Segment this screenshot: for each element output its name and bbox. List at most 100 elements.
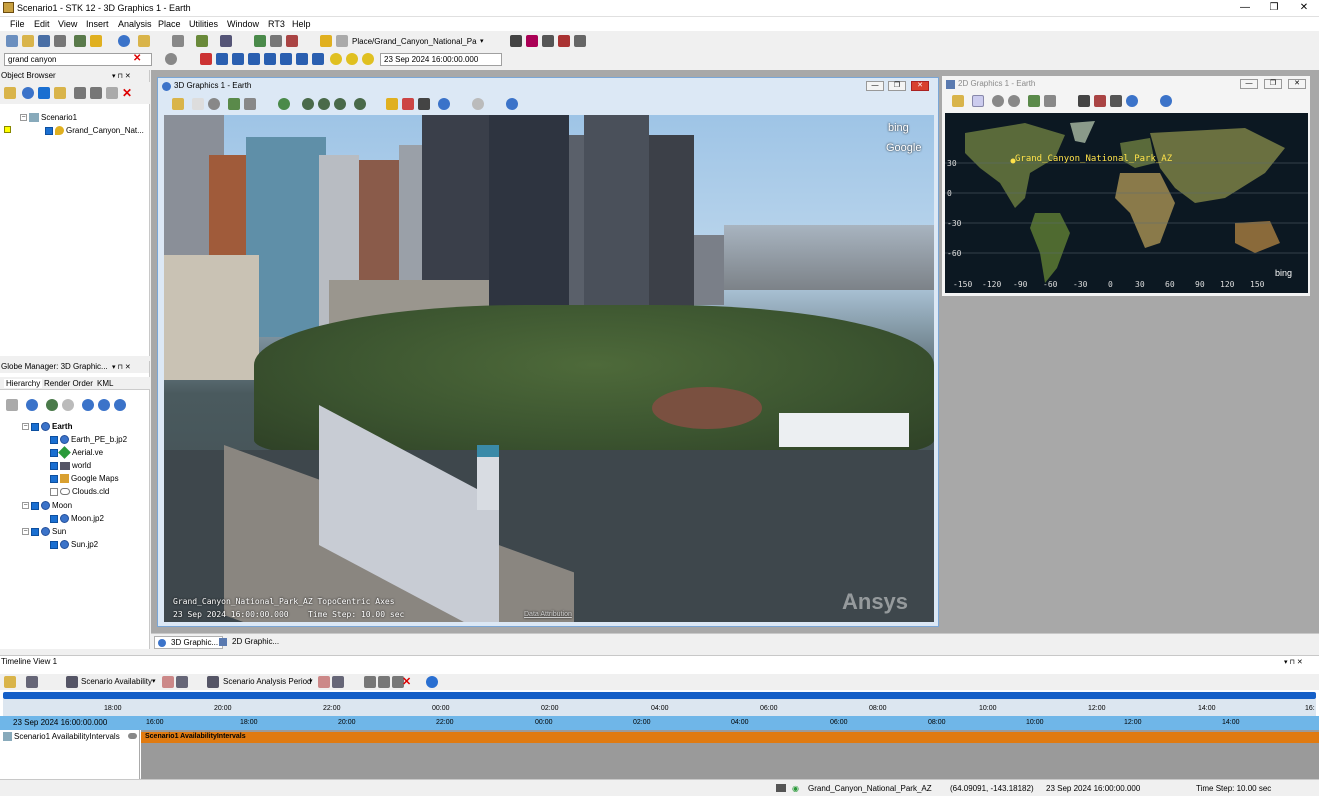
- play-icon[interactable]: [264, 53, 276, 65]
- checkbox-icon[interactable]: [38, 87, 50, 99]
- globe-icon[interactable]: [82, 399, 94, 411]
- tree-item-sun-jp2[interactable]: Sun.jp2: [50, 539, 98, 550]
- panel-menu-icon[interactable]: ▾ ⊓ ✕: [1284, 658, 1303, 666]
- globe-settings-icon[interactable]: [98, 399, 110, 411]
- grid-icon[interactable]: [510, 35, 522, 47]
- pan-icon[interactable]: [192, 98, 204, 110]
- camera-icon[interactable]: [542, 35, 554, 47]
- globe-icon[interactable]: [506, 98, 518, 110]
- tree-item-moon-jp2[interactable]: Moon.jp2: [50, 513, 104, 524]
- home-view-icon[interactable]: [228, 98, 240, 110]
- zoom-in-icon[interactable]: [992, 95, 1004, 107]
- window-restore-button[interactable]: ❐: [888, 81, 906, 91]
- target-icon[interactable]: [336, 35, 348, 47]
- calc-icon[interactable]: [220, 35, 232, 47]
- window-minimize-button[interactable]: —: [1240, 79, 1258, 89]
- window-minimize-button[interactable]: —: [866, 81, 884, 91]
- tree-item-clouds[interactable]: Clouds.cld: [50, 486, 109, 497]
- layer-checkbox[interactable]: [50, 487, 58, 496]
- report-icon[interactable]: [138, 35, 150, 47]
- view-icon[interactable]: [244, 98, 256, 110]
- chevron-down-icon[interactable]: ▾: [152, 677, 156, 685]
- tree-item-earth[interactable]: − Earth: [22, 421, 72, 432]
- graphics-2d-map[interactable]: Grand_Canyon_National_Park_AZ 30 0 -30 -…: [945, 113, 1308, 293]
- reset-icon[interactable]: [200, 53, 212, 65]
- color-swatch[interactable]: [4, 125, 11, 136]
- tab-2d-graphics[interactable]: 2D Graphic...: [216, 636, 283, 649]
- pause-icon[interactable]: [248, 53, 260, 65]
- timeline-row-label[interactable]: Scenario1 AvailabilityIntervals: [3, 732, 120, 742]
- new-layer-icon[interactable]: [6, 399, 18, 411]
- moon-checkbox[interactable]: [31, 501, 39, 510]
- layer-checkbox[interactable]: [50, 540, 58, 549]
- globe-options-icon[interactable]: [354, 98, 366, 110]
- current-time-field[interactable]: 23 Sep 2024 16:00:00.000: [380, 53, 502, 66]
- table-icon[interactable]: [26, 676, 38, 688]
- globe-layer-icon[interactable]: [318, 98, 330, 110]
- menu-place[interactable]: Place: [158, 19, 181, 29]
- delete-icon[interactable]: ✕: [122, 86, 132, 100]
- projection-icon[interactable]: [1094, 95, 1106, 107]
- play-back-icon[interactable]: [232, 53, 244, 65]
- edit-icon[interactable]: [318, 676, 330, 688]
- place-checkbox[interactable]: [45, 126, 53, 135]
- tree-item-earth-pe[interactable]: Earth_PE_b.jp2: [50, 434, 127, 445]
- tree-item-moon[interactable]: − Moon: [22, 500, 72, 511]
- menu-analysis[interactable]: Analysis: [118, 19, 152, 29]
- place-icon[interactable]: [320, 35, 332, 47]
- tree-item-sun[interactable]: − Sun: [22, 526, 66, 537]
- search-input[interactable]: grand canyon: [4, 53, 152, 66]
- tree-item-place[interactable]: Grand_Canyon_Nat...: [45, 125, 144, 136]
- terrain-icon[interactable]: [278, 98, 290, 110]
- collapse-icon[interactable]: −: [20, 114, 27, 122]
- print-icon[interactable]: [54, 35, 66, 47]
- pan-icon[interactable]: [972, 95, 984, 107]
- menu-edit[interactable]: Edit: [34, 19, 50, 29]
- layer-checkbox[interactable]: [50, 448, 58, 457]
- save-icon[interactable]: [38, 35, 50, 47]
- add-globe-icon[interactable]: [26, 399, 38, 411]
- realtime-icon[interactable]: [330, 53, 342, 65]
- terrain-icon[interactable]: [46, 399, 58, 411]
- availability-interval-bar[interactable]: Scenario1 AvailabilityIntervals: [141, 732, 1319, 743]
- gear-icon[interactable]: [165, 53, 177, 65]
- faster-icon[interactable]: [312, 53, 324, 65]
- panel-menu-icon[interactable]: ▾ ⊓ ✕: [112, 72, 131, 80]
- eye-icon[interactable]: [128, 733, 137, 739]
- home-view-icon[interactable]: [1028, 95, 1040, 107]
- new-object-icon[interactable]: [4, 87, 16, 99]
- chart-icon[interactable]: [172, 35, 184, 47]
- grid-icon[interactable]: [1078, 95, 1090, 107]
- maximize-button[interactable]: ❐: [1260, 0, 1288, 16]
- globe-tools-icon[interactable]: [302, 98, 314, 110]
- imagery-icon[interactable]: [334, 98, 346, 110]
- clock-icon[interactable]: [346, 53, 358, 65]
- availability-selector[interactable]: Scenario Availability: [81, 677, 152, 686]
- collapse-icon[interactable]: −: [22, 528, 29, 536]
- cut-icon[interactable]: [364, 676, 376, 688]
- node-icon[interactable]: [270, 35, 282, 47]
- layer-checkbox[interactable]: [50, 461, 58, 470]
- step-back-icon[interactable]: [216, 53, 228, 65]
- globe-icon[interactable]: [438, 98, 450, 110]
- timeline-scrubber[interactable]: [3, 692, 1316, 699]
- layer-checkbox[interactable]: [50, 474, 58, 483]
- new-icon[interactable]: [6, 35, 18, 47]
- menu-file[interactable]: File: [10, 19, 25, 29]
- measure-icon[interactable]: [386, 98, 398, 110]
- edit-icon[interactable]: [162, 676, 174, 688]
- analysis-period-icon[interactable]: [207, 676, 219, 688]
- draw-icon[interactable]: [402, 98, 414, 110]
- menu-utilities[interactable]: Utilities: [189, 19, 218, 29]
- chevron-down-icon[interactable]: ▾: [309, 677, 313, 685]
- layer-checkbox[interactable]: [50, 435, 58, 444]
- cut-icon[interactable]: [74, 87, 86, 99]
- menu-help[interactable]: Help: [292, 19, 311, 29]
- copy-icon[interactable]: [378, 676, 390, 688]
- step-forward-icon[interactable]: [280, 53, 292, 65]
- minimize-button[interactable]: —: [1231, 0, 1259, 16]
- data-attribution-link[interactable]: Data Attribution: [524, 611, 572, 618]
- access-icon[interactable]: [196, 35, 208, 47]
- xreal-icon[interactable]: [362, 53, 374, 65]
- globe-icon[interactable]: [22, 87, 34, 99]
